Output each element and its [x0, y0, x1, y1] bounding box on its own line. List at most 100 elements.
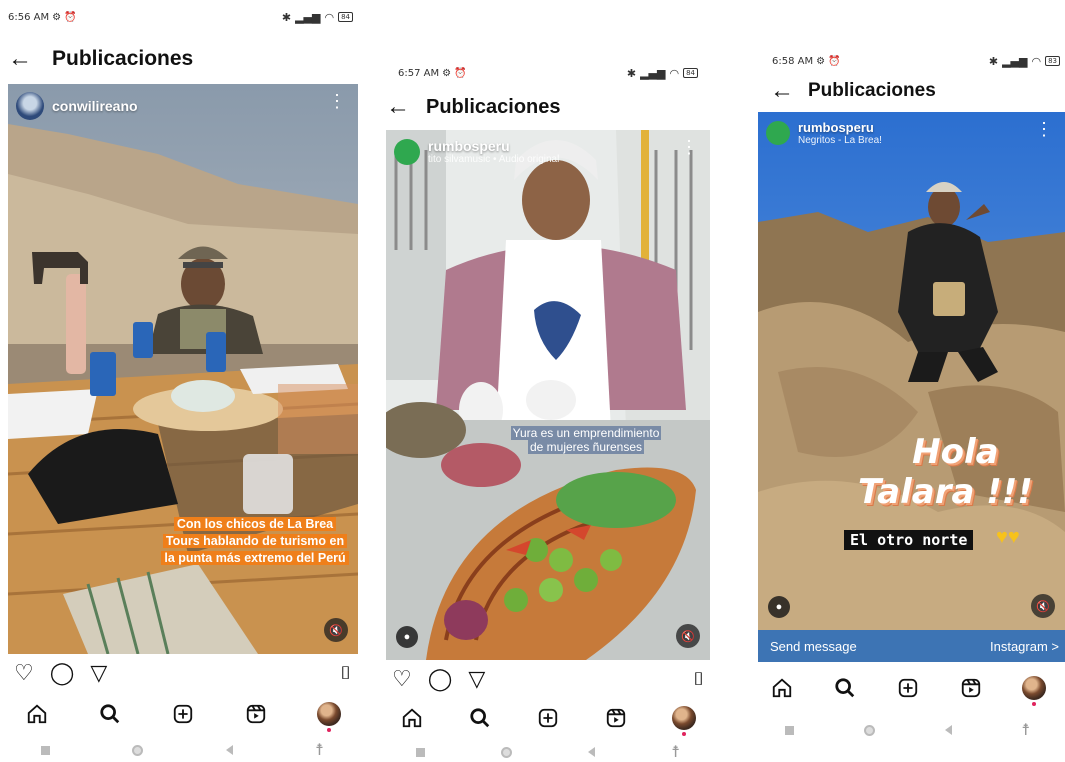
- post-header-text: rumbosperu Negritos - La Brea!: [798, 120, 882, 146]
- create-icon[interactable]: [168, 699, 198, 729]
- settings-icon: ⚙: [442, 67, 452, 79]
- signal-icon: ▂▄▆: [295, 10, 321, 24]
- send-message-button[interactable]: Send message: [770, 639, 857, 654]
- search-icon[interactable]: [465, 703, 495, 733]
- caption-line-1: Yura es un emprendimiento: [510, 426, 662, 440]
- post-header: rumbosperu tito silvamusic • Audio origi…: [394, 138, 559, 165]
- home-icon[interactable]: [397, 703, 427, 733]
- send-icon[interactable]: ▽: [468, 668, 485, 690]
- system-navbar: ☨: [750, 718, 1065, 742]
- status-bar: 6:58 AM ⚙ ⏰ ✱ ▂▄▆ ◠ 83: [772, 50, 1060, 72]
- heart-icon[interactable]: ♡: [392, 668, 412, 690]
- story-sticker: Hola Talara !!!: [858, 432, 1033, 512]
- screen-3: 6:58 AM ⚙ ⏰ ✱ ▂▄▆ ◠ 83 ← Publicaciones r…: [750, 0, 1065, 762]
- mute-icon[interactable]: 🔇: [1031, 594, 1055, 618]
- reels-icon[interactable]: [601, 703, 631, 733]
- avatar: [316, 702, 341, 732]
- arrow-left-icon[interactable]: ←: [378, 93, 418, 121]
- page-title: Publicaciones: [426, 95, 561, 118]
- settings-icon: ⚙: [52, 11, 62, 23]
- back-icon[interactable]: [944, 725, 952, 735]
- avatar[interactable]: [394, 138, 420, 165]
- bottom-tabbar: [378, 698, 718, 738]
- wifi-icon: ◠: [669, 66, 680, 80]
- battery-icon: 84: [338, 12, 353, 22]
- recents-icon[interactable]: [41, 745, 51, 755]
- home-button-icon[interactable]: [501, 746, 513, 758]
- battery-icon: 83: [1045, 56, 1060, 66]
- post-media[interactable]: rumbosperu Negritos - La Brea! ⋮ Hola Ta…: [758, 112, 1065, 630]
- alarm-icon: ⏰: [64, 11, 77, 23]
- post-media[interactable]: conwilireano ⋮ Con los chicos de La Brea…: [8, 84, 358, 654]
- send-message-bar: Send message Instagram >: [758, 630, 1065, 662]
- username[interactable]: rumbosperu: [798, 120, 882, 135]
- recents-icon[interactable]: [784, 725, 794, 735]
- profile-icon[interactable]: [669, 703, 699, 736]
- more-options-icon[interactable]: ⋮: [680, 138, 698, 156]
- arrow-left-icon[interactable]: ←: [0, 45, 40, 73]
- profile-icon[interactable]: [1019, 673, 1049, 706]
- bottom-tabbar: [750, 668, 1065, 708]
- tag-user-icon[interactable]: ●: [768, 596, 790, 618]
- search-icon[interactable]: [830, 673, 860, 703]
- photo-scene: [386, 130, 710, 660]
- more-options-icon[interactable]: ⋮: [1035, 120, 1053, 138]
- sticker-line-1: Hola: [912, 432, 999, 472]
- page-title: Publicaciones: [808, 80, 936, 101]
- time-text: 6:56 AM: [8, 11, 50, 23]
- profile-icon[interactable]: [314, 699, 344, 732]
- page-title: Publicaciones: [52, 47, 194, 70]
- accessibility-icon[interactable]: ☨: [315, 740, 324, 760]
- avatar[interactable]: [16, 92, 44, 120]
- post-actions: ♡ ◯ ▽ ⌷: [0, 658, 365, 688]
- mute-icon[interactable]: 🔇: [676, 624, 700, 648]
- accessibility-icon[interactable]: ☨: [671, 742, 680, 762]
- battery-icon: 84: [683, 68, 698, 78]
- comment-icon[interactable]: ◯: [428, 668, 453, 690]
- signal-icon: ▂▄▆: [1002, 54, 1028, 68]
- comment-icon[interactable]: ◯: [50, 662, 75, 684]
- create-icon[interactable]: [893, 673, 923, 703]
- caption-line-2: de mujeres ñurenses: [527, 440, 645, 454]
- time-text: 6:57 AM: [398, 67, 440, 79]
- reels-icon[interactable]: [956, 673, 986, 703]
- photo-scene: [8, 84, 358, 654]
- reels-icon[interactable]: [241, 699, 271, 729]
- app-header: ← Publicaciones: [750, 74, 1065, 108]
- create-icon[interactable]: [533, 703, 563, 733]
- username[interactable]: rumbosperu: [428, 138, 559, 154]
- location-label[interactable]: Negritos - La Brea!: [798, 135, 882, 146]
- post-media[interactable]: rumbosperu tito silvamusic • Audio origi…: [386, 130, 710, 660]
- bluetooth-icon: ✱: [281, 10, 292, 24]
- search-icon[interactable]: [95, 699, 125, 729]
- recents-icon[interactable]: [416, 747, 426, 757]
- sticker-tag: El otro norte: [844, 530, 974, 550]
- back-icon[interactable]: [225, 745, 233, 755]
- mute-icon[interactable]: 🔇: [324, 618, 348, 642]
- avatar[interactable]: [766, 121, 790, 145]
- tag-user-icon[interactable]: ●: [396, 626, 418, 648]
- post-header: rumbosperu Negritos - La Brea!: [766, 120, 882, 146]
- heart-hands-icon: ♥♥: [996, 526, 1020, 548]
- time-text: 6:58 AM: [772, 55, 814, 67]
- send-icon[interactable]: ▽: [90, 662, 107, 684]
- wifi-icon: ◠: [1031, 54, 1042, 68]
- back-icon[interactable]: [588, 747, 596, 757]
- signal-icon: ▂▄▆: [640, 66, 666, 80]
- accessibility-icon[interactable]: ☨: [1021, 720, 1030, 740]
- settings-icon: ⚙: [816, 55, 826, 67]
- home-button-icon[interactable]: [863, 724, 875, 736]
- home-icon[interactable]: [767, 673, 797, 703]
- arrow-left-icon[interactable]: ←: [762, 77, 802, 105]
- home-button-icon[interactable]: [132, 744, 144, 756]
- instagram-link[interactable]: Instagram >: [990, 639, 1059, 654]
- heart-icon[interactable]: ♡: [14, 662, 34, 684]
- username[interactable]: conwilireano: [52, 98, 138, 114]
- bookmark-icon[interactable]: ⌷: [693, 670, 704, 688]
- audio-label[interactable]: tito silvamusic • Audio original: [428, 154, 559, 165]
- bookmark-icon[interactable]: ⌷: [340, 664, 351, 682]
- photo-scene: [758, 112, 1065, 630]
- home-icon[interactable]: [22, 699, 52, 729]
- caption-text: Con los chicos de La Brea Tours hablando…: [161, 517, 349, 565]
- more-options-icon[interactable]: ⋮: [328, 92, 346, 110]
